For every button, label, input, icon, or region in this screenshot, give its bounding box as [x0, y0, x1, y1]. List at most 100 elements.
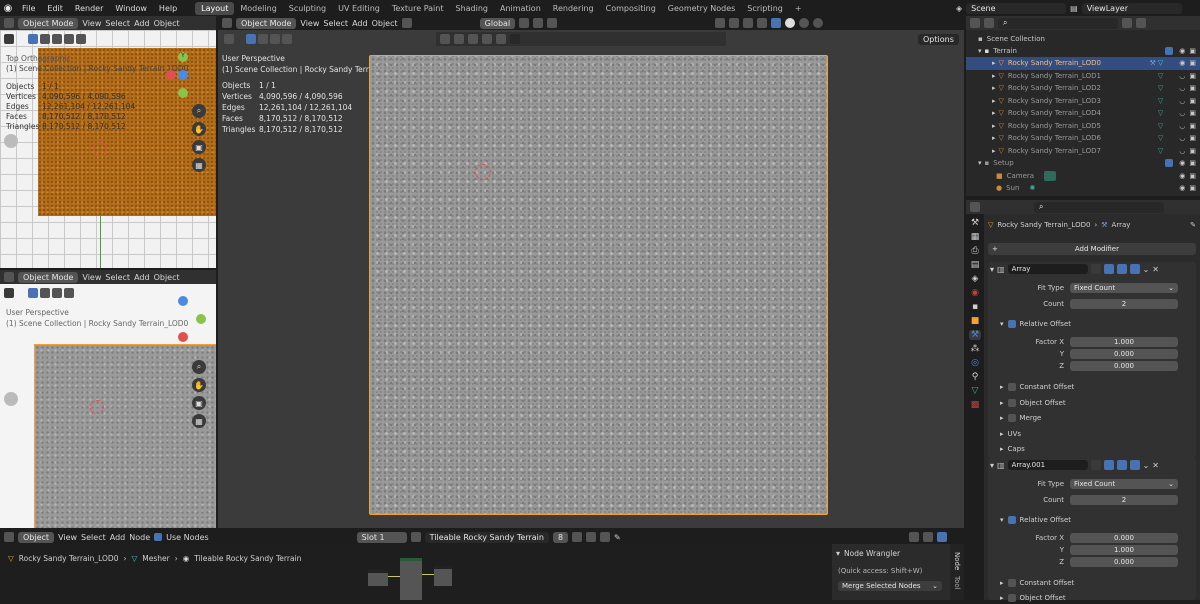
outliner-row-lod0[interactable]: ▸ ▽ Rocky Sandy Terrain_LOD0 ⚒ ▽ ◉ ▣ — [966, 57, 1200, 70]
material-users-count[interactable]: 8 — [552, 531, 569, 543]
shading-material-icon[interactable] — [799, 18, 810, 28]
eye-closed-icon[interactable]: ◡ — [1179, 122, 1185, 130]
outliner-row-sun[interactable]: ● Sun ✺ ◉ ▣ — [966, 182, 1200, 195]
edit-mode-toggle-icon[interactable] — [1090, 460, 1101, 470]
gizmo-y-icon[interactable] — [196, 314, 206, 324]
eye-closed-icon[interactable]: ◡ — [1179, 84, 1185, 92]
menu-select[interactable]: Select — [323, 19, 348, 28]
cage-toggle-icon[interactable] — [1103, 460, 1114, 470]
menu-add[interactable]: Add — [110, 533, 126, 542]
eye-icon[interactable]: ◉ — [1179, 159, 1185, 167]
view-layer-tab-icon[interactable]: ▤ — [971, 260, 980, 270]
mesh-data-icon[interactable]: ▽ — [1158, 122, 1163, 130]
camera-render-icon[interactable]: ▣ — [1189, 47, 1196, 55]
select-tool-icon[interactable] — [4, 288, 14, 298]
tool-tab-icon[interactable]: ⚒ — [971, 218, 979, 228]
factor-y-field[interactable]: 0.000 — [1070, 349, 1178, 359]
light-data-icon[interactable]: ✺ — [1029, 184, 1035, 192]
collapse-icon[interactable]: ▾ — [990, 461, 994, 470]
constant-offset-checkbox[interactable] — [1007, 578, 1016, 587]
tab-texture-paint[interactable]: Texture Paint — [386, 2, 450, 15]
camera-render-icon[interactable]: ▣ — [1189, 172, 1196, 180]
camera-view-icon[interactable]: ▣ — [192, 140, 206, 154]
exclude-checkbox[interactable] — [1165, 47, 1174, 56]
render-toggle-icon[interactable] — [1129, 264, 1140, 274]
menu-object[interactable]: Object — [154, 19, 180, 28]
mesh-data-icon[interactable]: ▽ — [1158, 72, 1163, 80]
close-icon[interactable]: ✕ — [1152, 461, 1159, 470]
expand-icon[interactable]: ▸ — [992, 59, 996, 67]
viewport-toggle-icon[interactable] — [1116, 460, 1127, 470]
menu-add[interactable]: Add — [134, 19, 150, 28]
camera-render-icon[interactable]: ▣ — [1189, 134, 1196, 142]
expand-icon[interactable]: ▸ — [1000, 579, 1004, 587]
modifier-name-field[interactable]: Array — [1007, 264, 1088, 274]
zoom-icon[interactable]: ⌕ — [192, 360, 206, 374]
menu-view[interactable]: View — [82, 273, 101, 282]
restrict-icon[interactable] — [482, 34, 492, 44]
cage-toggle-icon[interactable] — [1103, 264, 1114, 274]
tab-sculpting[interactable]: Sculpting — [283, 2, 332, 15]
expand-icon[interactable]: ▸ — [1000, 594, 1004, 602]
tab-scripting[interactable]: Scripting — [741, 2, 789, 15]
camera-render-icon[interactable]: ▣ — [1189, 97, 1196, 105]
sidebar-toggle-icon[interactable] — [4, 392, 18, 406]
select-subtract-icon[interactable] — [52, 288, 62, 298]
duplicate-material-icon[interactable] — [586, 532, 597, 542]
menu-view[interactable]: View — [58, 533, 77, 542]
camera-render-icon[interactable]: ▣ — [1189, 72, 1196, 80]
tab-node[interactable]: Node — [953, 552, 961, 570]
relative-offset-checkbox[interactable] — [1007, 319, 1016, 328]
overlay-toggle-icon[interactable] — [743, 18, 754, 28]
chevron-down-icon[interactable]: ⌄ — [1143, 265, 1150, 274]
scene-tab-icon[interactable]: ◈ — [972, 274, 979, 284]
relative-offset-checkbox[interactable] — [1007, 515, 1016, 524]
xray-icon[interactable] — [757, 18, 768, 28]
filter-icon[interactable] — [440, 34, 450, 44]
fit-type-dropdown[interactable]: Fixed Count ⌄ — [1070, 283, 1178, 293]
outliner-row-lod4[interactable]: ▸ ▽ Rocky Sandy Terrain_LOD4 ▽ ◡ ▣ — [966, 107, 1200, 120]
constant-offset-row[interactable]: ▸ Constant Offset — [1000, 380, 1074, 393]
shading-rendered-icon[interactable] — [813, 18, 824, 28]
menu-object[interactable]: Object — [372, 19, 398, 28]
select-subtract-icon[interactable] — [270, 34, 280, 44]
gear-icon[interactable] — [401, 18, 412, 28]
expand-icon[interactable]: ▾ — [978, 159, 982, 167]
pin-icon[interactable]: ✎ — [614, 533, 621, 542]
tab-modeling[interactable]: Modeling — [234, 2, 282, 15]
editor-type-icon[interactable] — [222, 18, 232, 28]
world-tab-icon[interactable]: ◉ — [971, 288, 979, 298]
mesh-data-icon[interactable]: ▽ — [1158, 59, 1163, 67]
backdrop-icon[interactable] — [936, 532, 947, 542]
select-intersect-icon[interactable] — [76, 34, 86, 44]
tab-compositing[interactable]: Compositing — [600, 2, 662, 15]
outliner-row-lod7[interactable]: ▸ ▽ Rocky Sandy Terrain_LOD7 ▽ ◡ ▣ — [966, 145, 1200, 158]
collapse-icon[interactable]: ▾ — [836, 549, 840, 558]
outliner-row-lod6[interactable]: ▸ ▽ Rocky Sandy Terrain_LOD6 ▽ ◡ ▣ — [966, 132, 1200, 145]
object-offset-row[interactable]: ▸ Object Offset — [1000, 591, 1066, 604]
menu-view[interactable]: View — [300, 19, 319, 28]
eye-icon[interactable]: ◉ — [1179, 59, 1185, 67]
shader-node[interactable] — [368, 570, 388, 586]
chevron-down-icon[interactable]: ⌄ — [1143, 461, 1150, 470]
snap-icon[interactable] — [533, 18, 544, 28]
menu-render[interactable]: Render — [69, 4, 109, 13]
snap-icon[interactable] — [908, 532, 919, 542]
view-layer-field[interactable]: ViewLayer — [1081, 2, 1182, 14]
outliner-row-setup[interactable]: ▾ ▪ Setup ◉ ▣ — [966, 157, 1200, 170]
menu-select[interactable]: Select — [81, 533, 106, 542]
factor-x-field[interactable]: 1.000 — [1070, 337, 1178, 347]
camera-render-icon[interactable]: ▣ — [1189, 59, 1196, 67]
expand-icon[interactable]: ▸ — [992, 109, 996, 117]
eye-icon[interactable]: ◉ — [1179, 184, 1185, 192]
shader-type-dropdown[interactable]: Object — [18, 531, 55, 543]
perspective-toggle-icon[interactable]: ▦ — [192, 414, 206, 428]
expand-icon[interactable]: ▸ — [992, 97, 996, 105]
particles-tab-icon[interactable]: ⁂ — [971, 344, 980, 354]
object-offset-checkbox[interactable] — [1007, 398, 1016, 407]
outliner-search-input[interactable]: ⌕ — [998, 17, 1118, 29]
constant-offset-checkbox[interactable] — [1007, 382, 1016, 391]
outliner-row-terrain[interactable]: ▾ ▪ Terrain ◉ ▣ — [966, 45, 1200, 58]
modifier-tab-icon[interactable]: ⚒ — [968, 330, 982, 340]
eye-closed-icon[interactable]: ◡ — [1179, 97, 1185, 105]
